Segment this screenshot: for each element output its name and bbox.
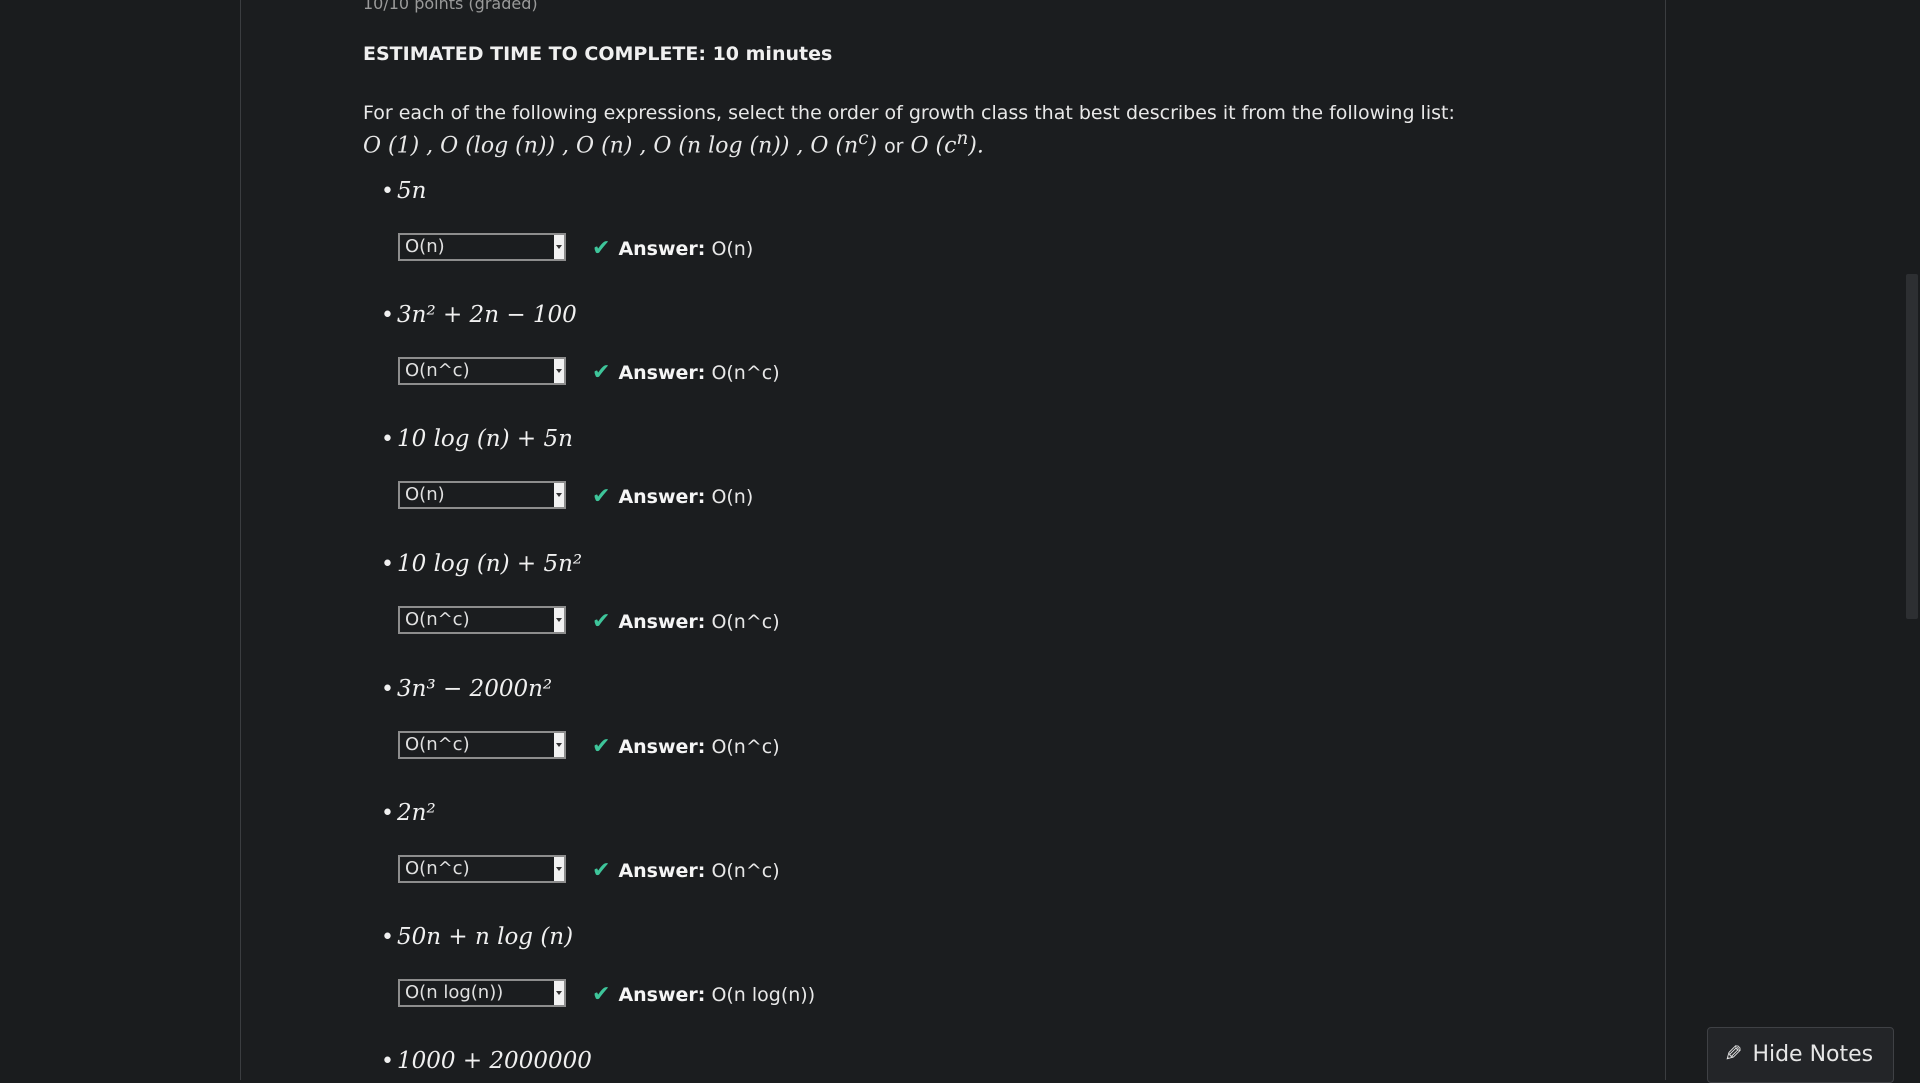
checkmark-icon: ✔ bbox=[592, 734, 611, 759]
answer-feedback: ✔ Answer: O(n^c) bbox=[592, 734, 780, 759]
checkmark-icon: ✔ bbox=[592, 609, 611, 634]
hide-notes-label: Hide Notes bbox=[1752, 1042, 1874, 1067]
answer-feedback: ✔ Answer: O(n^c) bbox=[592, 858, 780, 883]
answer-feedback: ✔ Answer: O(n) bbox=[592, 484, 754, 509]
expression: • 3n³ − 2000n² bbox=[381, 676, 553, 702]
growth-class-exponential: O (c bbox=[910, 133, 957, 159]
expression: • 10 log (n) + 5n² bbox=[381, 551, 583, 577]
chevron-down-icon bbox=[554, 608, 564, 632]
pencil-icon: ✎ bbox=[1724, 1042, 1743, 1067]
checkmark-icon: ✔ bbox=[592, 484, 611, 509]
expression: • 1000 + 2000000 bbox=[381, 1048, 592, 1074]
growth-class-select[interactable]: O(n^c) bbox=[398, 855, 566, 883]
growth-class-select[interactable]: O(n^c) bbox=[398, 357, 566, 385]
growth-class-select[interactable]: O(n) bbox=[398, 233, 566, 261]
expression: • 3n² + 2n − 100 bbox=[381, 302, 577, 328]
answer-feedback: ✔ Answer: O(n log(n)) bbox=[592, 982, 816, 1007]
chevron-down-icon bbox=[554, 857, 564, 881]
expression: • 10 log (n) + 5n bbox=[381, 426, 573, 452]
growth-class-select[interactable]: O(n) bbox=[398, 481, 566, 509]
checkmark-icon: ✔ bbox=[592, 360, 611, 385]
intro-text: For each of the following expressions, s… bbox=[363, 102, 1455, 124]
points-status: 10/10 points (graded) bbox=[363, 0, 538, 13]
growth-class-select[interactable]: O(n^c) bbox=[398, 731, 566, 759]
checkmark-icon: ✔ bbox=[592, 982, 611, 1007]
expression: • 2n² bbox=[381, 800, 436, 826]
checkmark-icon: ✔ bbox=[592, 858, 611, 883]
growth-class-select[interactable]: O(n^c) bbox=[398, 606, 566, 634]
hide-notes-button[interactable]: ✎ Hide Notes bbox=[1707, 1027, 1894, 1083]
chevron-down-icon bbox=[554, 359, 564, 383]
estimated-time: ESTIMATED TIME TO COMPLETE: 10 minutes bbox=[363, 43, 833, 65]
scrollbar-thumb[interactable] bbox=[1906, 274, 1918, 619]
expression: • 5n bbox=[381, 178, 427, 204]
scrollbar[interactable] bbox=[1904, 0, 1920, 1080]
answer-feedback: ✔ Answer: O(n^c) bbox=[592, 609, 780, 634]
expression: • 50n + n log (n) bbox=[381, 924, 574, 950]
problem-intro: For each of the following expressions, s… bbox=[363, 100, 1455, 159]
chevron-down-icon bbox=[554, 235, 564, 259]
growth-class-select[interactable]: O(n log(n)) bbox=[398, 979, 566, 1007]
chevron-down-icon bbox=[554, 981, 564, 1005]
growth-classes: O (1) , O (log (n)) , O (n) , O (n log (… bbox=[363, 128, 984, 159]
chevron-down-icon bbox=[554, 483, 564, 507]
answer-feedback: ✔ Answer: O(n^c) bbox=[592, 360, 780, 385]
chevron-down-icon bbox=[554, 733, 564, 757]
checkmark-icon: ✔ bbox=[592, 236, 611, 261]
answer-feedback: ✔ Answer: O(n) bbox=[592, 236, 754, 261]
problem-panel: 10/10 points (graded) ESTIMATED TIME TO … bbox=[240, 0, 1666, 1080]
growth-classes-list: O (1) , O (log (n)) , O (n) , O (n log (… bbox=[363, 133, 859, 159]
or-word: or bbox=[884, 135, 904, 158]
